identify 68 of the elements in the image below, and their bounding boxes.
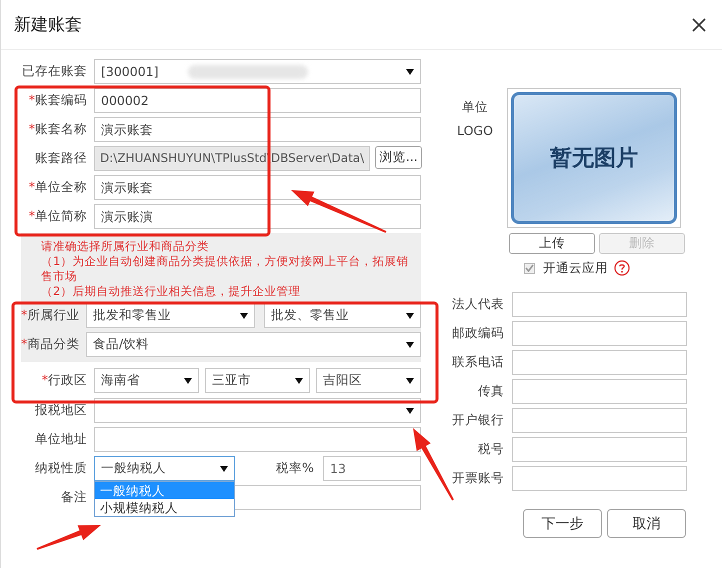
field-label: 开户银行 [451,412,504,429]
input-field[interactable] [512,437,687,462]
hint-text: 请准确选择所属行业和商品分类 [41,239,210,254]
field-label: 联系电话 [451,354,504,371]
field-label: *行政区 [42,372,87,387]
field-label: 单位 [461,98,489,116]
input-field[interactable] [512,408,687,433]
caret-icon [295,378,303,384]
dialog-button[interactable]: 下一步 [523,509,602,538]
field-label: 已存在账套 [22,63,87,78]
field-label: 税率% [276,460,315,477]
field-label: *商品分类 [21,336,80,351]
input-field[interactable]: 000002 [94,88,421,113]
field-label: LOGO [456,122,494,140]
input-field[interactable]: 13 [323,456,421,481]
hint-text: （2）后期自动推送行业相关信息，提升企业管理 [41,284,302,299]
field-label: *单位全称 [28,179,87,194]
dropdown[interactable]: 吉阳区 [316,368,421,393]
caret-icon [184,378,192,384]
input-field[interactable] [512,466,687,491]
checkbox-label: 开通云应用 [543,260,608,276]
dialog-button[interactable]: 取消 [607,509,686,538]
field-label: *单位简称 [28,208,87,223]
field-label: 账套路径 [35,150,87,165]
input-field[interactable]: 演示账演 [94,204,421,229]
input-field[interactable] [94,427,421,452]
caret-icon [406,68,414,74]
caret-icon [406,312,414,318]
field-label: 传真 [477,383,504,400]
dropdown[interactable]: [300001] [94,59,421,84]
dropdown[interactable]: 一般纳税人 [94,456,235,481]
caret-icon [406,378,414,384]
window-title: 新建账套 [14,14,82,36]
help-icon [614,260,630,276]
close-button[interactable] [690,16,708,34]
checkmark-icon [525,264,534,272]
upload-button[interactable]: 上传 [509,233,595,254]
input-field[interactable] [512,321,687,346]
field-label: *所属行业 [21,307,80,322]
dropdown[interactable]: 海南省 [94,368,199,393]
field-label: 法人代表 [451,296,504,313]
input-field[interactable] [512,379,687,404]
caret-icon [240,312,248,318]
input-field[interactable] [512,292,687,317]
hint-text: （1）为企业自动创建商品分类提供依据，方便对接网上平台，拓展销售市场 [41,254,410,284]
close-icon [692,18,706,32]
field-label: 开票账号 [451,470,504,487]
field-label: 邮政编码 [451,325,504,342]
field-label: 纳税性质 [35,460,87,475]
placeholder-text: 暂无图片 [550,145,638,173]
field-label: *账套编码 [28,92,87,107]
field-label: 备注 [61,489,87,504]
dropdown[interactable]: 批发和零售业 [86,303,255,328]
dropdown[interactable]: 批发、零售业 [264,303,421,328]
field-label: *账套名称 [28,121,87,136]
input-field[interactable]: 演示账套 [94,117,421,142]
field-label: 税号 [477,441,504,458]
input-field[interactable]: 演示账套 [94,175,421,200]
dropdown[interactable]: 三亚市 [205,368,310,393]
caret-icon [406,342,414,348]
dropdown[interactable]: 食品/饮料 [86,332,421,357]
caret-icon [406,408,414,414]
caret-icon [220,466,228,472]
field-label: 单位地址 [35,431,87,446]
field-label: 报税地区 [35,402,87,417]
annotation-arrow [36,525,101,550]
input-field[interactable] [512,350,687,375]
dropdown-option[interactable]: 小规模纳税人 [95,499,234,516]
